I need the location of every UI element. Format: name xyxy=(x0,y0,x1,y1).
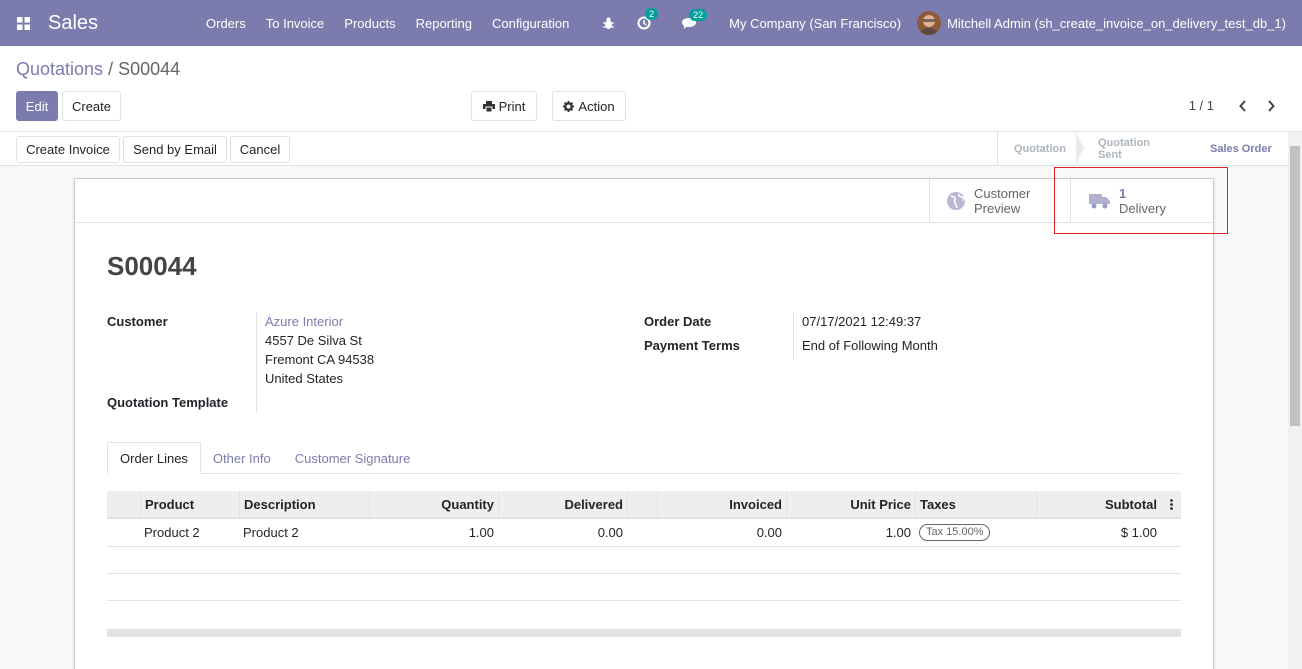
customer-address-line2: Fremont CA 94538 xyxy=(265,352,375,367)
table-footer xyxy=(107,629,1181,637)
main-menu: Orders To Invoice Products Reporting Con… xyxy=(196,16,579,31)
col-invoiced[interactable]: Invoiced xyxy=(657,491,786,517)
globe-icon xyxy=(947,192,965,210)
cell-quantity[interactable]: 1.00 xyxy=(369,519,498,546)
menu-orders[interactable]: Orders xyxy=(196,16,256,31)
order-date-value: 07/17/2021 12:49:37 xyxy=(802,314,922,329)
top-navbar: Sales Orders To Invoice Products Reporti… xyxy=(0,0,1302,46)
col-taxes[interactable]: Taxes xyxy=(915,491,1036,517)
col-unit-price[interactable]: Unit Price xyxy=(786,491,915,517)
menu-reporting[interactable]: Reporting xyxy=(406,16,482,31)
quotation-template-label: Quotation Template xyxy=(107,395,229,410)
customer-preview-label: Customer Preview xyxy=(974,186,1030,216)
activity-count-badge: 2 xyxy=(645,8,659,20)
pager-next-icon[interactable] xyxy=(1264,98,1278,114)
pager-previous-icon[interactable] xyxy=(1236,98,1250,114)
breadcrumb-quotations[interactable]: Quotations xyxy=(16,59,103,79)
record-title: S00044 xyxy=(107,251,197,281)
cell-delivered[interactable]: 0.00 xyxy=(498,519,627,546)
breadcrumb: Quotations / S00044 xyxy=(16,59,180,80)
cancel-button[interactable]: Cancel xyxy=(230,136,290,163)
print-label: Print xyxy=(498,98,526,114)
column-options-icon[interactable] xyxy=(1161,491,1181,517)
debug-bug-icon[interactable] xyxy=(594,17,623,30)
app-brand[interactable]: Sales xyxy=(48,12,158,35)
col-description[interactable]: Description xyxy=(239,491,369,517)
printer-icon xyxy=(482,100,495,112)
stage-sales-order[interactable]: Sales Order xyxy=(1188,132,1288,165)
cell-description[interactable]: Product 2 xyxy=(239,519,369,546)
create-button[interactable]: Create xyxy=(62,91,121,121)
empty-row xyxy=(107,547,1181,574)
col-product[interactable]: Product xyxy=(140,491,239,517)
form-sheet: Customer Preview 1 Delivery S00044 Custome… xyxy=(74,178,1214,669)
notebook-tabs: Order Lines Other Info Customer Signatur… xyxy=(107,442,1181,474)
breadcrumb-separator: / xyxy=(108,59,114,79)
table-row[interactable]: Product 2 Product 2 1.00 0.00 0.00 1.00 … xyxy=(107,519,1181,547)
cell-subtotal: $ 1.00 xyxy=(1120,525,1157,540)
user-name: Mitchell Admin (sh_create_invoice_on_del… xyxy=(947,15,1286,31)
breadcrumb-current: S00044 xyxy=(118,59,181,79)
tab-customer-signature[interactable]: Customer Signature xyxy=(283,442,423,474)
send-by-email-button[interactable]: Send by Email xyxy=(123,136,227,163)
row-handle xyxy=(107,519,140,546)
handle-column-header xyxy=(107,491,140,517)
menu-to-invoice[interactable]: To Invoice xyxy=(256,16,335,31)
customer-label: Customer xyxy=(107,314,168,329)
cell-invoiced[interactable]: 0.00 xyxy=(657,519,786,546)
cell-unit-price[interactable]: 1.00 xyxy=(786,519,915,546)
company-switcher[interactable]: My Company (San Francisco) xyxy=(719,16,917,31)
cell-empty xyxy=(627,519,657,546)
smart-button-box: Customer Preview 1 Delivery xyxy=(75,179,1213,223)
cell-taxes[interactable]: Tax 15.00% xyxy=(915,519,1036,546)
vertical-scrollbar[interactable] xyxy=(1288,132,1302,669)
customer-link[interactable]: Azure Interior xyxy=(265,314,343,329)
delivery-highlight-box xyxy=(1054,167,1228,234)
status-stages: Quotation Quotation Sent Sales Order xyxy=(997,132,1288,165)
stage-quotation-sent[interactable]: Quotation Sent xyxy=(1076,132,1196,165)
col-quantity[interactable]: Quantity xyxy=(369,491,498,517)
cell-product[interactable]: Product 2 xyxy=(140,519,239,546)
row-trailing-cell xyxy=(1161,519,1181,546)
scrollbar-thumb[interactable] xyxy=(1290,146,1300,426)
action-label: Action xyxy=(578,98,615,114)
order-lines-table: Product Description Quantity Delivered I… xyxy=(107,491,1181,601)
form-statusbar: Create Invoice Send by Email Cancel Quot… xyxy=(0,132,1288,166)
order-date-label: Order Date xyxy=(644,314,712,329)
field-divider xyxy=(256,312,257,412)
create-invoice-button[interactable]: Create Invoice xyxy=(16,136,120,163)
edit-button[interactable]: Edit xyxy=(16,91,58,121)
col-subtotal[interactable]: Subtotal xyxy=(1036,491,1161,517)
customer-address-line3: United States xyxy=(265,371,344,386)
field-divider xyxy=(793,312,794,360)
customer-address-line1: 4557 De Silva St xyxy=(265,333,362,348)
gear-icon xyxy=(563,100,575,112)
payment-terms-value: End of Following Month xyxy=(802,338,938,353)
tab-order-lines[interactable]: Order Lines xyxy=(107,442,201,474)
stage-quotation[interactable]: Quotation xyxy=(998,132,1084,165)
payment-terms-label: Payment Terms xyxy=(644,338,740,353)
action-button[interactable]: Action xyxy=(552,91,626,121)
systray: 2 22 My Company (San Francisco) Mitchell… xyxy=(594,0,1302,46)
tax-badge: Tax 15.00% xyxy=(919,524,991,541)
preview-line2: Preview xyxy=(974,201,1021,216)
menu-products[interactable]: Products xyxy=(334,16,405,31)
tab-other-info[interactable]: Other Info xyxy=(201,442,283,474)
col-delivered[interactable]: Delivered xyxy=(498,491,627,517)
preview-line1: Customer xyxy=(974,186,1031,201)
apps-menu-icon[interactable] xyxy=(0,0,46,46)
empty-column-header xyxy=(627,491,657,517)
messages-count-badge: 22 xyxy=(689,8,708,21)
user-menu[interactable]: Mitchell Admin (sh_create_invoice_on_del… xyxy=(917,11,1302,35)
activity-clock-icon[interactable]: 2 xyxy=(629,8,659,30)
pager-value[interactable]: 1 / 1 xyxy=(1189,98,1214,113)
customer-preview-button[interactable]: Customer Preview xyxy=(929,179,1070,223)
menu-configuration[interactable]: Configuration xyxy=(482,16,579,31)
table-header: Product Description Quantity Delivered I… xyxy=(107,491,1181,519)
empty-row xyxy=(107,574,1181,601)
control-panel: Quotations / S00044 Edit Create Print Ac… xyxy=(0,46,1302,132)
user-avatar xyxy=(917,11,942,35)
print-button[interactable]: Print xyxy=(471,91,537,121)
messages-chat-icon[interactable]: 22 xyxy=(673,8,708,30)
